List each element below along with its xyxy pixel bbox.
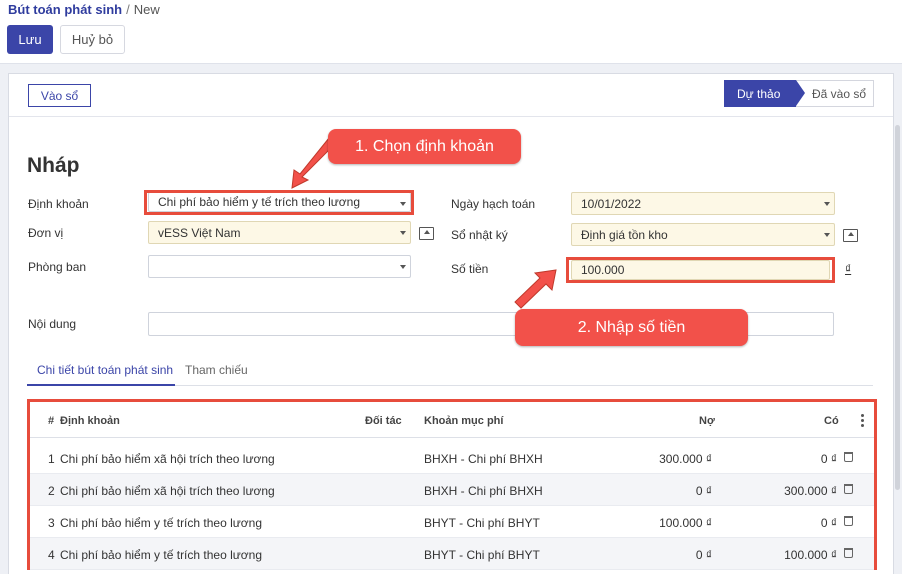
chevron-down-icon bbox=[824, 202, 830, 206]
accounting-date-input[interactable]: 10/01/2022 bbox=[571, 192, 835, 215]
row-account: Chi phí bảo hiểm y tế trích theo lương bbox=[60, 516, 263, 530]
journal-select[interactable]: Định giá tồn kho bbox=[571, 223, 835, 246]
row-cost-item: BHYT - Chi phí BHYT bbox=[424, 516, 540, 530]
notebook-tabs: Chi tiết bút toán phát sinh Tham chiếu bbox=[27, 356, 873, 386]
stage-draft[interactable]: Dự thảo bbox=[724, 80, 796, 107]
row-cost-item: BHYT - Chi phí BHYT bbox=[424, 548, 540, 562]
row-number: 3 bbox=[48, 516, 55, 530]
trash-icon[interactable] bbox=[844, 548, 853, 558]
chevron-down-icon bbox=[400, 265, 406, 269]
col-header-number: # bbox=[48, 415, 55, 427]
column-options-icon[interactable] bbox=[861, 414, 864, 427]
trash-icon[interactable] bbox=[844, 516, 853, 526]
unit-select[interactable]: vESS Việt Nam bbox=[148, 221, 411, 244]
row-cost-item: BHXH - Chi phí BHXH bbox=[424, 484, 543, 498]
row-debit: 0 ₫ bbox=[695, 548, 712, 562]
row-credit: 0 ₫ bbox=[820, 516, 837, 530]
status-bar: Vào sổ Dự thảo Đã vào sổ bbox=[9, 74, 893, 117]
accounting-date-value: 10/01/2022 bbox=[581, 196, 642, 211]
row-debit: 0 ₫ bbox=[695, 484, 712, 498]
amount-label: Số tiền bbox=[451, 262, 489, 276]
unit-label: Đơn vị bbox=[28, 226, 64, 240]
trash-icon[interactable] bbox=[844, 484, 853, 494]
table-row[interactable]: 2 Chi phí bảo hiểm xã hội trích theo lươ… bbox=[30, 474, 874, 506]
breadcrumb-separator: / bbox=[126, 2, 130, 17]
journal-value: Định giá tồn kho bbox=[581, 227, 668, 242]
table-row[interactable]: 3 Chi phí bảo hiểm y tế trích theo lương… bbox=[30, 506, 874, 538]
save-button[interactable]: Lưu bbox=[7, 25, 53, 54]
chevron-down-icon bbox=[400, 231, 406, 235]
description-label: Nội dung bbox=[28, 317, 77, 331]
col-header-partner[interactable]: Đối tác bbox=[365, 415, 402, 427]
vertical-scrollbar[interactable] bbox=[895, 125, 900, 490]
table-row[interactable]: 1 Chi phí bảo hiểm xã hội trích theo lươ… bbox=[30, 442, 874, 474]
row-credit: 300.000 ₫ bbox=[784, 484, 837, 498]
page-title: Nháp bbox=[27, 154, 80, 177]
breadcrumb-parent-link[interactable]: Bút toán phát sinh bbox=[8, 2, 122, 17]
col-header-account[interactable]: Định khoản bbox=[60, 415, 120, 427]
stage-posted[interactable]: Đã vào sổ bbox=[796, 80, 874, 107]
stage-arrow-shape bbox=[796, 80, 805, 106]
department-select[interactable] bbox=[148, 255, 411, 278]
currency-symbol: ₫ bbox=[845, 262, 852, 276]
tab-lines[interactable]: Chi tiết bút toán phát sinh bbox=[37, 363, 173, 377]
col-header-debit[interactable]: Nợ bbox=[699, 415, 715, 427]
highlight-account-rule bbox=[144, 190, 414, 215]
discard-button[interactable]: Huỷ bỏ bbox=[60, 25, 125, 54]
post-button[interactable]: Vào sổ bbox=[28, 84, 91, 107]
accounting-date-label: Ngày hạch toán bbox=[451, 197, 536, 211]
callout-step1: 1. Chọn định khoản bbox=[328, 129, 521, 164]
department-label: Phòng ban bbox=[28, 260, 87, 274]
row-account: Chi phí bảo hiểm xã hội trích theo lương bbox=[60, 452, 275, 466]
tab-active-underline bbox=[27, 384, 175, 386]
journal-label: Sổ nhật ký bbox=[451, 228, 508, 242]
unit-value: vESS Việt Nam bbox=[158, 225, 241, 240]
row-debit: 300.000 ₫ bbox=[659, 452, 712, 466]
row-credit: 100.000 ₫ bbox=[784, 548, 837, 562]
external-link-icon[interactable] bbox=[419, 227, 434, 240]
row-number: 1 bbox=[48, 452, 55, 466]
row-account: Chi phí bảo hiểm xã hội trích theo lương bbox=[60, 484, 275, 498]
breadcrumb-current: New bbox=[133, 2, 160, 17]
breadcrumb: Bút toán phát sinh / New bbox=[8, 2, 160, 17]
chevron-down-icon bbox=[824, 233, 830, 237]
col-header-credit[interactable]: Có bbox=[824, 415, 839, 427]
col-header-cost-item[interactable]: Khoản mục phí bbox=[424, 415, 503, 427]
table-row[interactable]: 4 Chi phí bảo hiểm y tế trích theo lương… bbox=[30, 538, 874, 570]
trash-icon[interactable] bbox=[844, 452, 853, 462]
external-link-icon[interactable] bbox=[843, 229, 858, 242]
callout-step2: 2. Nhập số tiền bbox=[515, 309, 748, 346]
row-cost-item: BHXH - Chi phí BHXH bbox=[424, 452, 543, 466]
table-header: # Định khoản Đối tác Khoản mục phí Nợ Có bbox=[30, 404, 874, 438]
account-rule-label: Định khoản bbox=[28, 197, 89, 211]
row-number: 2 bbox=[48, 484, 55, 498]
control-panel: Bút toán phát sinh / New Lưu Huỷ bỏ bbox=[0, 0, 902, 64]
row-debit: 100.000 ₫ bbox=[659, 516, 712, 530]
row-number: 4 bbox=[48, 548, 55, 562]
row-credit: 0 ₫ bbox=[820, 452, 837, 466]
tab-references[interactable]: Tham chiếu bbox=[185, 363, 248, 377]
highlight-amount bbox=[566, 257, 835, 283]
row-account: Chi phí bảo hiểm y tế trích theo lương bbox=[60, 548, 263, 562]
